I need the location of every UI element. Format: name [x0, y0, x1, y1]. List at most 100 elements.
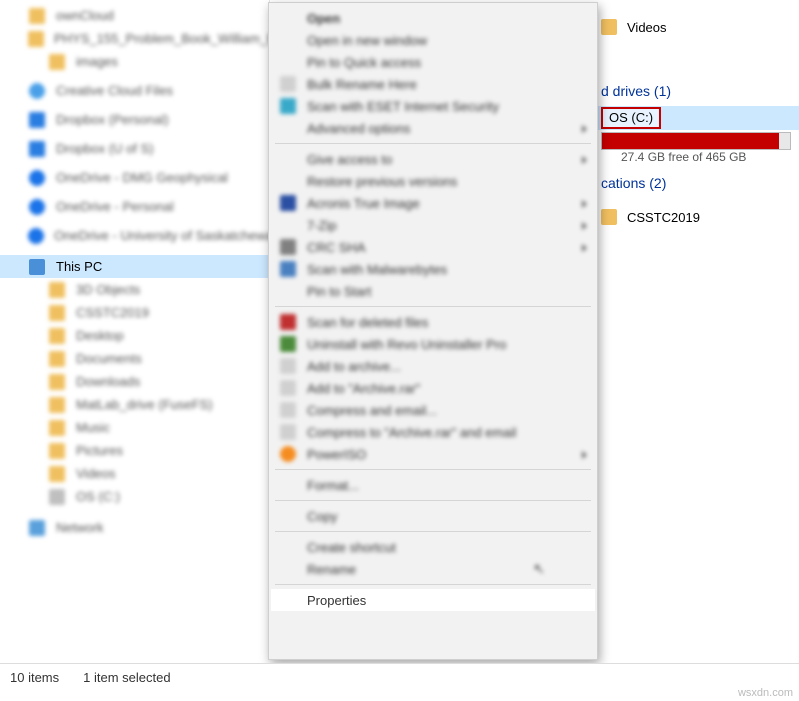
menu-item-label: Scan for deleted files — [307, 315, 428, 330]
menu-item-label: Copy — [307, 509, 337, 524]
nav-item-phys-155-problem-book-wi[interactable]: PHYS_155_Problem_Book_William_B — [0, 27, 269, 50]
zip-icon — [279, 401, 297, 419]
menu-item-label: Add to "Archive.rar" — [307, 381, 420, 396]
nav-item-label: Music — [76, 420, 110, 435]
revo-icon — [279, 335, 297, 353]
nav-item-label: This PC — [56, 259, 102, 274]
nav-item-onedrive-dmg-geophysical[interactable]: OneDrive - DMG Geophysical — [0, 166, 269, 189]
menu-item-advanced-options[interactable]: Advanced options — [271, 117, 595, 139]
nav-item-desktop[interactable]: Desktop — [0, 324, 269, 347]
menu-item-uninstall-with-revo-uninstal[interactable]: Uninstall with Revo Uninstaller Pro — [271, 333, 595, 355]
nav-item-label: Dropbox (Personal) — [56, 112, 169, 127]
nav-item-dropbox-personal-[interactable]: Dropbox (Personal) — [0, 108, 269, 131]
menu-item-label: Scan with Malwarebytes — [307, 262, 447, 277]
menu-separator — [275, 306, 591, 307]
menu-item-give-access-to[interactable]: Give access to — [271, 148, 595, 170]
submenu-chevron-icon — [582, 240, 587, 255]
menu-item-scan-with-eset-internet-secu[interactable]: Scan with ESET Internet Security — [271, 95, 595, 117]
menu-item-label: Pin to Start — [307, 284, 371, 299]
menu-item-label: Compress and email... — [307, 403, 437, 418]
submenu-chevron-icon — [582, 218, 587, 233]
menu-item-label: Advanced options — [307, 121, 410, 136]
menu-item-scan-for-deleted-files[interactable]: Scan for deleted files — [271, 311, 595, 333]
drive-label: OS (C:) — [601, 107, 661, 129]
menu-item-poweriso[interactable]: PowerISO — [271, 443, 595, 465]
menu-separator — [275, 469, 591, 470]
net-icon — [28, 519, 46, 537]
navigation-pane[interactable]: ownCloudPHYS_155_Problem_Book_William_Bi… — [0, 0, 270, 660]
nav-item-label: Videos — [76, 466, 116, 481]
zip-icon — [279, 75, 297, 93]
nav-item-owncloud[interactable]: ownCloud — [0, 4, 269, 27]
nav-item-label: Downloads — [76, 374, 140, 389]
menu-item-label: Create shortcut — [307, 540, 396, 555]
nav-item-label: Dropbox (U of S) — [56, 141, 154, 156]
menu-item-copy[interactable]: Copy — [271, 505, 595, 527]
menu-item-acronis-true-image[interactable]: Acronis True Image — [271, 192, 595, 214]
menu-item-pin-to-quick-access[interactable]: Pin to Quick access — [271, 51, 595, 73]
nav-item-this-pc[interactable]: This PC — [0, 255, 269, 278]
nav-item-documents[interactable]: Documents — [0, 347, 269, 370]
menu-item-label: Format... — [307, 478, 359, 493]
zip-icon — [279, 357, 297, 375]
menu-item-label: PowerISO — [307, 447, 366, 462]
menu-item-format-[interactable]: Format... — [271, 474, 595, 496]
menu-item-rename[interactable]: Rename↖ — [271, 558, 595, 580]
onedrive-icon — [28, 169, 46, 187]
submenu-chevron-icon — [582, 196, 587, 211]
nav-item-pictures[interactable]: Pictures — [0, 439, 269, 462]
nav-item-creative-cloud-files[interactable]: Creative Cloud Files — [0, 79, 269, 102]
context-menu[interactable]: OpenOpen in new windowPin to Quick acces… — [268, 2, 598, 660]
nav-item-music[interactable]: Music — [0, 416, 269, 439]
menu-item-compress-to-archive-rar-and-[interactable]: Compress to "Archive.rar" and email — [271, 421, 595, 443]
submenu-chevron-icon — [582, 121, 587, 136]
menu-item-add-to-archive-[interactable]: Add to archive... — [271, 355, 595, 377]
watermark: wsxdn.com — [738, 687, 793, 699]
nav-item-label: OneDrive - DMG Geophysical — [56, 170, 228, 185]
nav-item-label: CSSTC2019 — [76, 305, 149, 320]
nav-item-images[interactable]: images — [0, 50, 269, 73]
folder-icon — [48, 281, 66, 299]
menu-separator — [275, 584, 591, 585]
folder-icon — [28, 7, 46, 25]
nav-item-dropbox-u-of-s-[interactable]: Dropbox (U of S) — [0, 137, 269, 160]
nav-item-onedrive-personal[interactable]: OneDrive - Personal — [0, 195, 269, 218]
shield-icon — [279, 97, 297, 115]
nav-item-3d-objects[interactable]: 3D Objects — [0, 278, 269, 301]
drive-usage-fill — [602, 133, 779, 149]
onedrive-icon — [28, 198, 46, 216]
menu-separator — [275, 500, 591, 501]
folder-icon — [48, 350, 66, 368]
menu-item-compress-and-email-[interactable]: Compress and email... — [271, 399, 595, 421]
menu-item-open[interactable]: Open — [271, 7, 595, 29]
nav-item-onedrive-university-of-s[interactable]: OneDrive - University of Saskatchewan — [0, 224, 269, 247]
menu-item-pin-to-start[interactable]: Pin to Start — [271, 280, 595, 302]
nav-item-label: OneDrive - University of Saskatchewan — [54, 228, 280, 243]
menu-item-properties[interactable]: Properties — [271, 589, 595, 611]
cloud-icon — [28, 82, 46, 100]
nav-item-csstc2019[interactable]: CSSTC2019 — [0, 301, 269, 324]
nav-item-videos[interactable]: Videos — [0, 462, 269, 485]
menu-separator — [275, 143, 591, 144]
folder-icon — [48, 327, 66, 345]
nav-item-label: Desktop — [76, 328, 124, 343]
nav-item-matlab-drive-fusefs-[interactable]: MatLab_drive (FuseFS) — [0, 393, 269, 416]
nav-item-downloads[interactable]: Downloads — [0, 370, 269, 393]
nav-item-label: OS (C:) — [76, 489, 120, 504]
nav-item-label: Pictures — [76, 443, 123, 458]
menu-item-crc-sha[interactable]: CRC SHA — [271, 236, 595, 258]
nav-item-label: PHYS_155_Problem_Book_William_B — [54, 31, 276, 46]
menu-item-label: Rename — [307, 562, 356, 577]
nav-item-label: Network — [56, 520, 104, 535]
nav-item-network[interactable]: Network — [0, 516, 269, 539]
nav-item-os-c-[interactable]: OS (C:) — [0, 485, 269, 508]
menu-item-restore-previous-versions[interactable]: Restore previous versions — [271, 170, 595, 192]
menu-item-create-shortcut[interactable]: Create shortcut — [271, 536, 595, 558]
nav-item-label: images — [76, 54, 118, 69]
nav-item-label: 3D Objects — [76, 282, 140, 297]
menu-item-7-zip[interactable]: 7-Zip — [271, 214, 595, 236]
menu-item-scan-with-malwarebytes[interactable]: Scan with Malwarebytes — [271, 258, 595, 280]
menu-item-bulk-rename-here[interactable]: Bulk Rename Here — [271, 73, 595, 95]
menu-item-add-to-archive-rar-[interactable]: Add to "Archive.rar" — [271, 377, 595, 399]
menu-item-open-in-new-window[interactable]: Open in new window — [271, 29, 595, 51]
